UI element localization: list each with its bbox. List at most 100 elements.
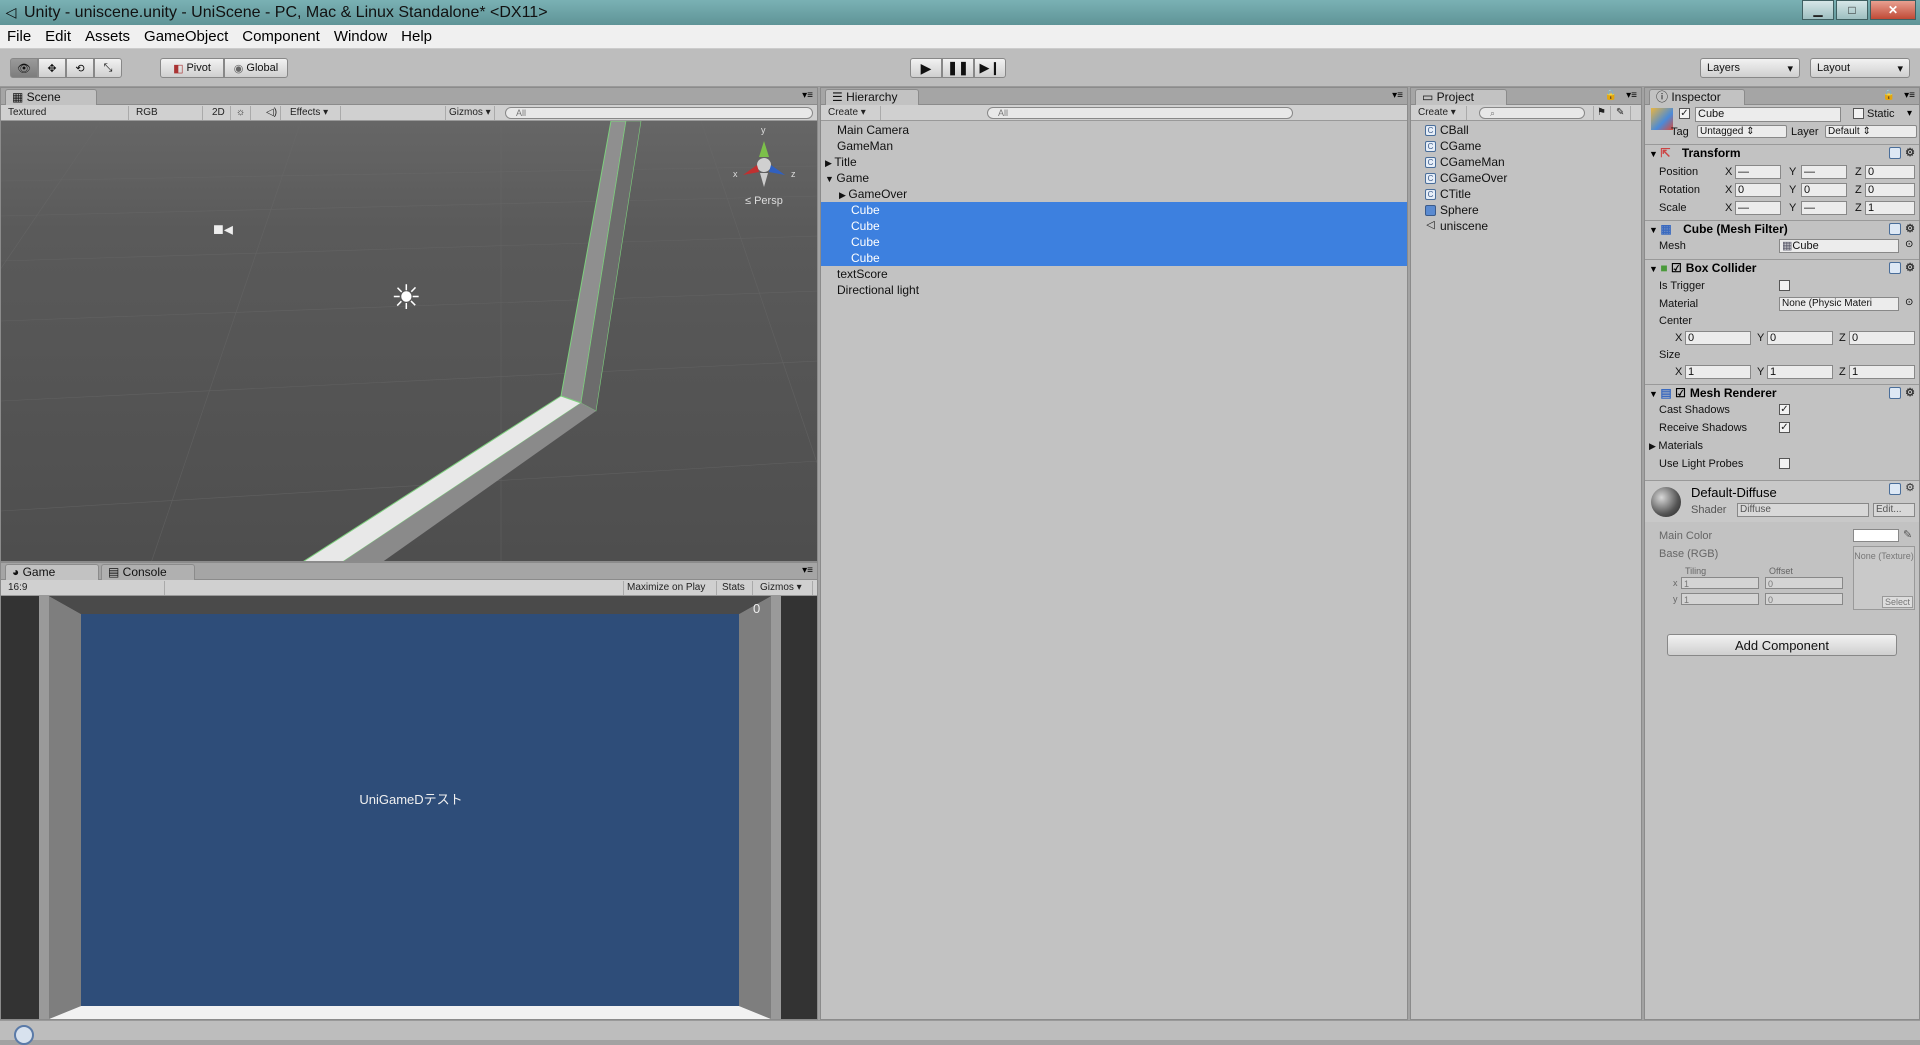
expand-arrow-icon[interactable]: ▶ (825, 158, 834, 168)
size-x-field[interactable]: 1 (1685, 365, 1751, 379)
play-button[interactable]: ▶ (910, 58, 942, 78)
project-item[interactable]: C CGameOver (1425, 170, 1507, 186)
orientation-gizmo[interactable]: y x z (729, 125, 799, 191)
view-tool-icon[interactable]: 👁 (10, 58, 38, 78)
gear-icon[interactable]: ⚙ (1905, 260, 1915, 276)
project-create-dropdown[interactable]: Create ▾ (1415, 106, 1467, 120)
scale-tool-icon[interactable]: ⤡ (94, 58, 122, 78)
receive-shadows-checkbox[interactable]: ✓ (1779, 422, 1790, 433)
add-component-button[interactable]: Add Component (1667, 634, 1897, 656)
hierarchy-item[interactable]: GameMan (821, 138, 1407, 154)
physic-material-field[interactable]: None (Physic Materi (1779, 297, 1899, 311)
menu-assets[interactable]: Assets (78, 28, 137, 45)
project-item[interactable]: C CGameMan (1425, 154, 1505, 170)
menu-edit[interactable]: Edit (38, 28, 78, 45)
position-z-field[interactable]: 0 (1865, 165, 1915, 179)
maximize-on-play-toggle[interactable]: Maximize on Play (623, 581, 717, 595)
object-picker-icon[interactable]: ⊙ (1905, 239, 1913, 250)
hierarchy-item-selected[interactable]: Cube (821, 202, 1407, 218)
tab-console[interactable]: ▤ Console (101, 564, 195, 580)
texture-select-button[interactable]: Select (1881, 596, 1913, 608)
mesh-filter-header[interactable]: ▼ ▦ Cube (Mesh Filter) ⚙ (1645, 220, 1919, 237)
shading-mode-dropdown[interactable]: Textured (5, 106, 129, 120)
renderer-enabled-checkbox[interactable]: ☑ (1675, 386, 1686, 400)
hierarchy-item-selected[interactable]: Cube (821, 234, 1407, 250)
hierarchy-item-selected[interactable]: Cube (821, 250, 1407, 266)
help-icon[interactable] (1889, 147, 1901, 159)
chevron-down-icon[interactable]: ▾ (1907, 108, 1912, 119)
hierarchy-item[interactable]: Directional light (821, 282, 1407, 298)
aspect-dropdown[interactable]: 16:9 (5, 581, 165, 595)
box-collider-header[interactable]: ▼ ■ ☑ Box Collider ⚙ (1645, 259, 1919, 276)
shader-dropdown[interactable]: Diffuse (1737, 503, 1869, 517)
expand-arrow-icon[interactable]: ▶ (839, 190, 848, 200)
hierarchy-item[interactable]: ▼ Game (821, 170, 1407, 186)
rotation-y-field[interactable]: 0 (1801, 183, 1847, 197)
toggle-2d-button[interactable]: 2D (209, 106, 231, 120)
hierarchy-item[interactable]: ▶ GameOver (821, 186, 1407, 202)
persp-label[interactable]: ≤ Persp (745, 195, 783, 207)
offset-y-field[interactable]: 0 (1765, 593, 1843, 605)
help-icon[interactable] (1889, 223, 1901, 235)
transform-header[interactable]: ▼ ⇱ Transform ⚙ (1645, 144, 1919, 161)
scene-viewport[interactable]: ■◂ ☀ y x z ≤ Persp (1, 121, 817, 561)
tiling-x-field[interactable]: 1 (1681, 577, 1759, 589)
scale-x-field[interactable]: — (1735, 201, 1781, 215)
center-x-field[interactable]: 0 (1685, 331, 1751, 345)
status-indicator-icon[interactable] (14, 1025, 34, 1045)
help-icon[interactable] (1889, 262, 1901, 274)
stats-toggle[interactable]: Stats (719, 581, 753, 595)
step-button[interactable]: ▶❙ (974, 58, 1006, 78)
global-toggle[interactable]: ◉ Global (224, 58, 288, 78)
tab-hierarchy[interactable]: ☰ Hierarchy (825, 89, 919, 105)
material-header[interactable]: Default-Diffuse Shader Diffuse Edit... ⚙ (1645, 480, 1919, 522)
panel-menu-icon[interactable]: ▾≡ (802, 565, 813, 576)
gizmos-dropdown[interactable]: Gizmos ▾ (445, 106, 495, 120)
hierarchy-item-selected[interactable]: Cube (821, 218, 1407, 234)
panel-menu-icon[interactable]: ▾≡ (1626, 90, 1637, 101)
project-search-input[interactable]: ⌕ (1479, 107, 1585, 119)
use-light-probes-checkbox[interactable] (1779, 458, 1790, 469)
game-gizmos-dropdown[interactable]: Gizmos ▾ (757, 581, 813, 595)
project-item[interactable]: Sphere (1425, 202, 1479, 218)
mesh-field[interactable]: ▦Cube (1779, 239, 1899, 253)
scene-search-input[interactable]: All (505, 107, 813, 119)
project-item[interactable]: C CTitle (1425, 186, 1471, 202)
minimize-button[interactable]: ▁ (1802, 0, 1834, 20)
tiling-y-field[interactable]: 1 (1681, 593, 1759, 605)
is-trigger-checkbox[interactable] (1779, 280, 1790, 291)
lock-icon[interactable]: 🔒 (1883, 90, 1895, 101)
static-checkbox[interactable] (1853, 108, 1864, 119)
main-color-swatch[interactable] (1853, 529, 1899, 542)
active-checkbox[interactable]: ✓ (1679, 108, 1690, 119)
gear-icon[interactable]: ⚙ (1905, 385, 1915, 401)
position-y-field[interactable]: — (1801, 165, 1847, 179)
effects-dropdown[interactable]: Effects ▾ (287, 106, 341, 120)
tab-inspector[interactable]: ⓘ Inspector (1649, 89, 1745, 105)
collider-enabled-checkbox[interactable]: ☑ (1671, 261, 1682, 275)
menu-file[interactable]: File (0, 28, 38, 45)
menu-help[interactable]: Help (394, 28, 439, 45)
hierarchy-create-dropdown[interactable]: Create ▾ (825, 106, 881, 120)
panel-menu-icon[interactable]: ▾≡ (1904, 90, 1915, 101)
collapse-arrow-icon[interactable]: ▼ (825, 174, 836, 184)
menu-gameobject[interactable]: GameObject (137, 28, 235, 45)
camera-icon[interactable]: ■◂ (213, 219, 233, 240)
hierarchy-item[interactable]: ▶ Title (821, 154, 1407, 170)
offset-x-field[interactable]: 0 (1765, 577, 1843, 589)
scale-y-field[interactable]: — (1801, 201, 1847, 215)
panel-menu-icon[interactable]: ▾≡ (1392, 90, 1403, 101)
lock-icon[interactable]: 🔒 (1605, 90, 1617, 101)
help-icon[interactable] (1889, 483, 1901, 495)
rotation-x-field[interactable]: 0 (1735, 183, 1781, 197)
scale-z-field[interactable]: 1 (1865, 201, 1915, 215)
gear-icon[interactable]: ⚙ (1905, 481, 1915, 494)
mesh-renderer-header[interactable]: ▼ ▤ ☑ Mesh Renderer ⚙ (1645, 384, 1919, 401)
move-tool-icon[interactable]: ✥ (38, 58, 66, 78)
object-name-input[interactable]: Cube (1695, 107, 1841, 122)
hierarchy-item[interactable]: Main Camera (821, 122, 1407, 138)
audio-toggle-icon[interactable]: ◁) (263, 106, 281, 120)
pivot-toggle[interactable]: ◧ Pivot (160, 58, 224, 78)
menu-window[interactable]: Window (327, 28, 394, 45)
size-z-field[interactable]: 1 (1849, 365, 1915, 379)
